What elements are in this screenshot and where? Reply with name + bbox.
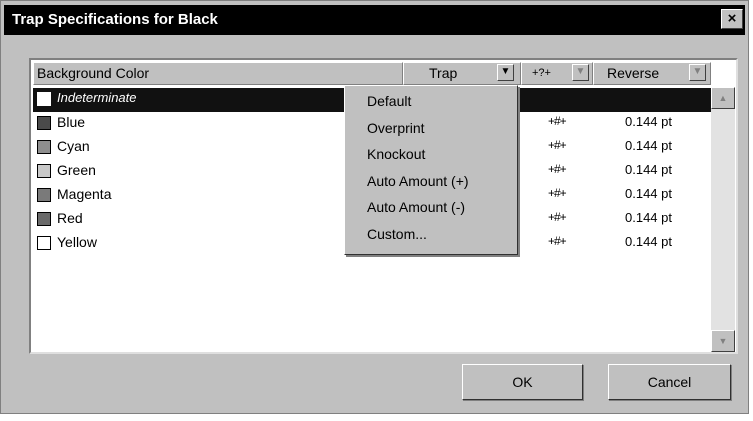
trap-dropdown-menu: Default Overprint Knockout Auto Amount (… [344, 85, 518, 255]
row-name: Magenta [57, 186, 112, 202]
menu-item-custom[interactable]: Custom... [367, 226, 427, 242]
reverse-value: 0.144 pt [625, 114, 672, 129]
chevron-down-icon: ▼ [575, 66, 586, 77]
color-swatch [37, 140, 51, 154]
reverse-value: 0.144 pt [625, 138, 672, 153]
trap-direction-icon: +#+ [548, 114, 567, 128]
row-name: Green [57, 162, 96, 178]
trap-direction-icon: +#+ [548, 186, 567, 200]
trap-direction-icon: +#+ [548, 138, 567, 152]
reverse-value: 0.144 pt [625, 162, 672, 177]
color-swatch [37, 164, 51, 178]
menu-item-auto-amount-minus[interactable]: Auto Amount (-) [367, 199, 465, 215]
title-bar: Trap Specifications for Black × [4, 5, 745, 35]
scroll-up-button[interactable]: ▲ [711, 87, 735, 109]
cancel-button[interactable]: Cancel [608, 364, 731, 400]
ok-button[interactable]: OK [462, 364, 583, 400]
row-name: Indeterminate [57, 90, 137, 105]
chevron-down-icon: ▼ [692, 66, 703, 77]
vertical-scrollbar[interactable]: ▲ ▼ [711, 87, 735, 352]
direction-dropdown-button: ▼ [572, 64, 589, 81]
reverse-value: 0.144 pt [625, 210, 672, 225]
column-header-label: Trap [429, 65, 458, 81]
close-button[interactable]: × [721, 9, 743, 29]
row-name: Cyan [57, 138, 90, 154]
color-swatch [37, 212, 51, 226]
menu-item-default[interactable]: Default [367, 93, 411, 109]
color-swatch [37, 116, 51, 130]
chevron-down-icon: ▼ [500, 66, 511, 77]
color-swatch [37, 236, 51, 250]
arrow-up-icon: ▲ [718, 93, 728, 103]
color-swatch [37, 188, 51, 202]
arrow-down-icon: ▼ [718, 336, 728, 346]
reverse-value: 0.144 pt [625, 186, 672, 201]
menu-item-auto-amount-plus[interactable]: Auto Amount (+) [367, 173, 469, 189]
reverse-dropdown-button: ▼ [689, 64, 706, 81]
menu-item-knockout[interactable]: Knockout [367, 146, 425, 162]
trap-direction-icon: +#+ [548, 162, 567, 176]
column-header-label: Reverse [607, 65, 660, 81]
trap-dropdown-button[interactable]: ▼ [497, 64, 514, 81]
scroll-down-button[interactable]: ▼ [711, 330, 735, 352]
column-header-label: Background Color [37, 65, 150, 81]
row-name: Yellow [57, 234, 97, 250]
trap-direction-icon: +#+ [548, 210, 567, 224]
trap-specifications-dialog: Trap Specifications for Black × Backgrou… [0, 0, 749, 414]
row-name: Red [57, 210, 83, 226]
column-header-background-color[interactable]: Background Color [33, 62, 403, 85]
color-swatch [37, 92, 51, 106]
trap-direction-icon: +#+ [548, 234, 567, 248]
trap-direction-icon: +?+ [532, 67, 551, 79]
menu-item-overprint[interactable]: Overprint [367, 120, 425, 136]
row-name: Blue [57, 114, 86, 130]
reverse-value: 0.144 pt [625, 234, 672, 249]
dialog-title: Trap Specifications for Black [12, 11, 218, 28]
close-icon: × [727, 10, 737, 27]
